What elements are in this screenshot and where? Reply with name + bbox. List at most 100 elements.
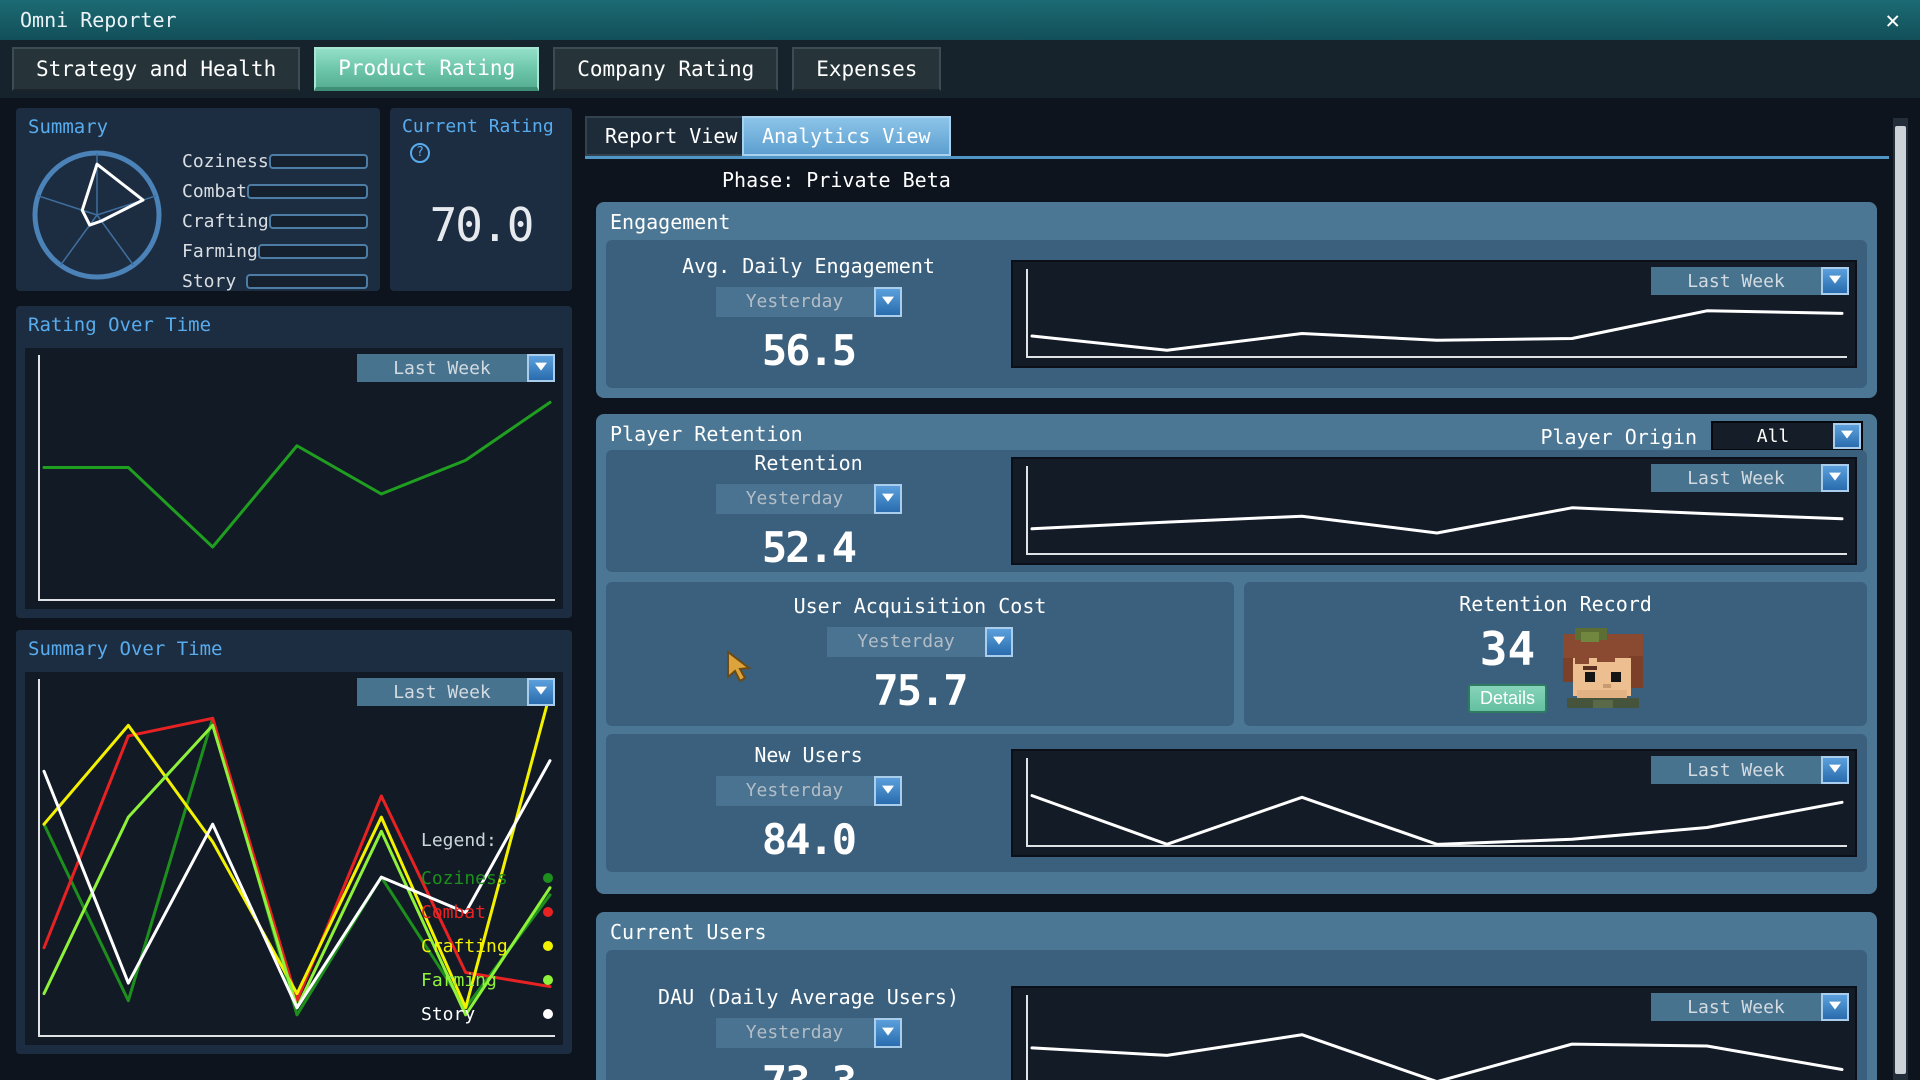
chevron-down-icon[interactable] xyxy=(527,678,555,706)
close-icon[interactable]: ✕ xyxy=(1886,6,1900,34)
summary-panel: Summary Coziness Combat Crafting Farming… xyxy=(16,108,380,291)
player-origin-dropdown[interactable]: All xyxy=(1711,421,1863,451)
new-users-spark-chart-area: Last Week xyxy=(1011,749,1857,857)
skill-label: Coziness xyxy=(182,151,269,172)
tab-strategy-and-health[interactable]: Strategy and Health xyxy=(12,47,300,91)
chevron-down-icon[interactable] xyxy=(874,484,902,514)
skill-list: Coziness Combat Crafting Farming Story xyxy=(182,146,368,296)
window-title: Omni Reporter xyxy=(20,8,177,32)
metric-value: 52.4 xyxy=(762,523,855,572)
engagement-range-dropdown[interactable]: Last Week xyxy=(1651,267,1849,295)
uac-period-dropdown[interactable]: Yesterday xyxy=(827,627,1013,657)
tab-report-view[interactable]: Report View xyxy=(585,116,757,156)
metric-title: New Users xyxy=(754,743,862,767)
dropdown-value: Yesterday xyxy=(716,484,874,514)
engagement-period-dropdown[interactable]: Yesterday xyxy=(716,287,902,317)
dropdown-value: Last Week xyxy=(1651,464,1821,492)
chevron-down-icon[interactable] xyxy=(874,776,902,806)
dropdown-value: Yesterday xyxy=(716,776,874,806)
dau-range-dropdown[interactable]: Last Week xyxy=(1651,993,1849,1021)
legend-ring-icon xyxy=(543,941,553,951)
current-rating-panel: Current Rating? 70.0 xyxy=(390,108,572,291)
tab-label: Expenses xyxy=(816,57,917,81)
legend-title: Legend: xyxy=(421,830,553,851)
tab-product-rating[interactable]: Product Rating xyxy=(314,47,539,91)
legend-item-farming: Farming xyxy=(421,963,553,997)
skill-bar xyxy=(258,244,368,259)
avg-daily-engagement-card: Avg. Daily Engagement Yesterday 56.5 Las… xyxy=(606,240,1867,388)
metric-block: Retention Yesterday 52.4 xyxy=(606,451,1011,572)
metric-block: New Users Yesterday 84.0 xyxy=(606,743,1011,864)
legend-item-story: Story xyxy=(421,997,553,1031)
new-users-period-dropdown[interactable]: Yesterday xyxy=(716,776,902,806)
player-retention-section: Player Retention Player Origin All Reten… xyxy=(596,414,1877,894)
retention-period-dropdown[interactable]: Yesterday xyxy=(716,484,902,514)
rating-over-time-chart xyxy=(25,348,563,609)
chevron-down-icon[interactable] xyxy=(1833,423,1861,449)
chevron-down-icon[interactable] xyxy=(1821,464,1849,492)
metric-title: Retention Record xyxy=(1459,592,1652,616)
chevron-down-icon[interactable] xyxy=(527,354,555,382)
scrollbar-thumb[interactable] xyxy=(1895,126,1906,1074)
legend-item-combat: Combat xyxy=(421,895,553,929)
legend-item-crafting: Crafting xyxy=(421,929,553,963)
chevron-down-icon[interactable] xyxy=(874,287,902,317)
scrollbar-track[interactable] xyxy=(1893,118,1908,1080)
retention-range-dropdown[interactable]: Last Week xyxy=(1651,464,1849,492)
skill-row-crafting: Crafting xyxy=(182,206,368,236)
dropdown-value: All xyxy=(1713,423,1833,449)
retention-record-card: Retention Record 34 Details xyxy=(1244,582,1867,726)
rating-over-time-panel: Rating Over Time Last Week xyxy=(16,306,572,618)
chevron-down-icon[interactable] xyxy=(874,1018,902,1048)
section-title: Engagement xyxy=(610,210,730,234)
rating-over-time-chart-area: Last Week xyxy=(25,348,563,609)
new-users-range-dropdown[interactable]: Last Week xyxy=(1651,756,1849,784)
metric-value: 84.0 xyxy=(762,815,855,864)
metric-block: Avg. Daily Engagement Yesterday 56.5 xyxy=(606,254,1011,375)
metric-value: 73.3 xyxy=(762,1057,855,1080)
rating-range-dropdown[interactable]: Last Week xyxy=(357,354,555,382)
dropdown-value: Yesterday xyxy=(827,627,985,657)
skill-row-combat: Combat xyxy=(182,176,368,206)
retention-spark-chart-area: Last Week xyxy=(1011,457,1857,565)
panel-title: Summary Over Time xyxy=(28,638,222,660)
dropdown-value: Last Week xyxy=(1651,993,1821,1021)
summary-range-dropdown[interactable]: Last Week xyxy=(357,678,555,706)
skill-bar xyxy=(269,214,368,229)
retention-record-body: 34 Details xyxy=(1468,622,1643,713)
skill-row-story: Story xyxy=(182,266,368,296)
metric-title: User Acquisition Cost xyxy=(794,594,1047,618)
tab-company-rating[interactable]: Company Rating xyxy=(553,47,778,91)
details-button[interactable]: Details xyxy=(1468,684,1547,713)
tab-label: Report View xyxy=(605,124,737,148)
skill-row-coziness: Coziness xyxy=(182,146,368,176)
dropdown-value: Last Week xyxy=(357,354,527,382)
main-tab-bar: Strategy and Health Product Rating Compa… xyxy=(0,40,1920,98)
legend-ring-icon xyxy=(543,907,553,917)
dropdown-value: Yesterday xyxy=(716,287,874,317)
chevron-down-icon[interactable] xyxy=(1821,993,1849,1021)
tab-analytics-view[interactable]: Analytics View xyxy=(742,116,951,156)
chevron-down-icon[interactable] xyxy=(1821,267,1849,295)
chevron-down-icon[interactable] xyxy=(985,627,1013,657)
skill-bar xyxy=(246,274,368,289)
dropdown-value: Yesterday xyxy=(716,1018,874,1048)
dau-period-dropdown[interactable]: Yesterday xyxy=(716,1018,902,1048)
metric-block: DAU (Daily Average Users) Yesterday 73.3 xyxy=(606,985,1011,1080)
legend-ring-icon xyxy=(543,1009,553,1019)
dau-card: DAU (Daily Average Users) Yesterday 73.3… xyxy=(606,950,1867,1080)
tab-label: Strategy and Health xyxy=(36,57,276,81)
panel-title: Summary xyxy=(28,116,108,138)
chevron-down-icon[interactable] xyxy=(1821,756,1849,784)
legend-label: Farming xyxy=(421,970,497,991)
metric-value: 34 xyxy=(1480,622,1535,676)
new-users-card: New Users Yesterday 84.0 Last Week xyxy=(606,734,1867,872)
player-origin-label: Player Origin xyxy=(1540,425,1697,449)
legend-label: Combat xyxy=(421,902,486,923)
subtab-underline xyxy=(585,156,1889,159)
retention-avatar xyxy=(1563,628,1643,708)
summary-radar-chart xyxy=(22,138,172,288)
tab-expenses[interactable]: Expenses xyxy=(792,47,941,91)
current-users-section: Current Users DAU (Daily Average Users) … xyxy=(596,912,1877,1080)
help-icon[interactable]: ? xyxy=(410,143,430,163)
